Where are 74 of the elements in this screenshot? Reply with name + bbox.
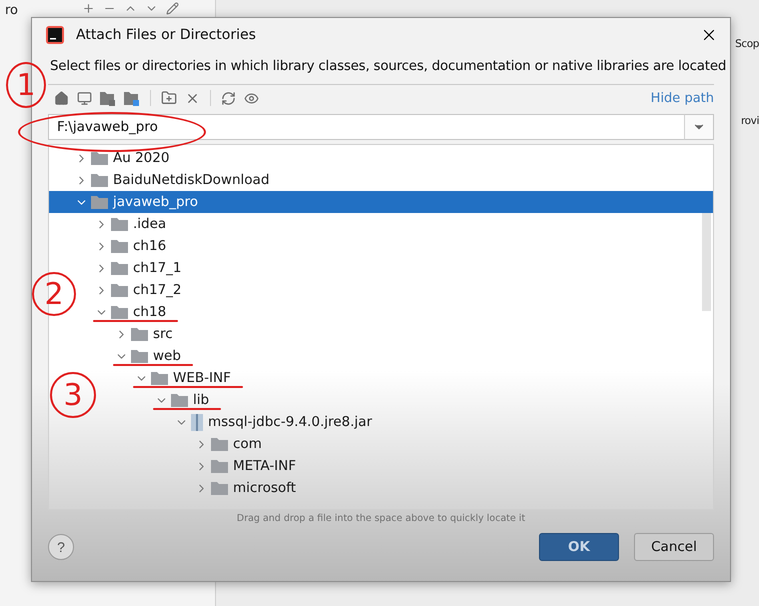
path-field[interactable]: F:\javaweb_pro bbox=[48, 114, 684, 140]
refresh-icon[interactable] bbox=[221, 90, 236, 106]
scrollbar[interactable] bbox=[702, 213, 711, 311]
tree-row[interactable]: lib bbox=[155, 389, 713, 411]
new-folder-icon[interactable] bbox=[161, 90, 177, 106]
tree-label: BaiduNetdiskDownload bbox=[113, 172, 270, 188]
dialog-description: Select files or directories in which library classes, sources, documentation or native libraries are located bbox=[49, 58, 728, 76]
folder-icon[interactable] bbox=[124, 90, 140, 106]
tree-label: lib bbox=[193, 392, 210, 408]
folder-icon bbox=[131, 349, 148, 363]
background-text: ro bbox=[5, 3, 18, 18]
tree-label: .idea bbox=[133, 216, 166, 232]
help-button[interactable]: ? bbox=[48, 534, 74, 560]
tree-label: WEB-INF bbox=[173, 370, 231, 386]
annotation-number: 1 bbox=[6, 62, 46, 108]
eye-icon[interactable] bbox=[244, 90, 259, 106]
folder-icon bbox=[211, 437, 228, 451]
folder-icon bbox=[91, 173, 108, 187]
folder-icon bbox=[171, 393, 188, 407]
annotation-number: 2 bbox=[32, 272, 76, 316]
tree-label: web bbox=[153, 348, 181, 364]
home-icon[interactable] bbox=[54, 90, 69, 106]
folder-icon bbox=[91, 151, 108, 165]
tree-label: META-INF bbox=[233, 458, 296, 474]
tree-label: javaweb_pro bbox=[113, 194, 198, 210]
tree-row[interactable]: BaiduNetdiskDownload bbox=[75, 169, 713, 191]
tree-row[interactable]: Au 2020 bbox=[75, 147, 713, 169]
tree-label: com bbox=[233, 436, 262, 452]
tree-row[interactable]: WEB-INF bbox=[135, 367, 713, 389]
tree-row[interactable]: com bbox=[195, 433, 713, 455]
folder-icon bbox=[91, 195, 108, 209]
tree-label: ch17_1 bbox=[133, 260, 182, 276]
app-logo-icon bbox=[46, 26, 64, 44]
tree-row[interactable]: ch17_2 bbox=[95, 279, 713, 301]
folder-icon[interactable] bbox=[100, 90, 116, 106]
folder-icon bbox=[151, 371, 168, 385]
cancel-button[interactable]: Cancel bbox=[634, 533, 714, 561]
background-text: Scop bbox=[735, 38, 759, 50]
folder-icon bbox=[111, 305, 128, 319]
folder-icon bbox=[211, 481, 228, 495]
tree-label: Au 2020 bbox=[113, 150, 170, 166]
tree-row[interactable]: javaweb_pro bbox=[49, 191, 713, 213]
background-text: rovi bbox=[740, 115, 759, 127]
dialog-title: Attach Files or Directories bbox=[76, 26, 257, 42]
ok-button[interactable]: OK bbox=[539, 533, 619, 561]
tree-label: ch16 bbox=[133, 238, 166, 254]
folder-icon bbox=[111, 283, 128, 297]
tree-label: microsoft bbox=[233, 480, 296, 496]
archive-icon bbox=[191, 414, 203, 430]
folder-icon bbox=[111, 217, 128, 231]
tree-row[interactable]: META-INF bbox=[195, 455, 713, 477]
annotation-number: 3 bbox=[50, 372, 96, 418]
folder-icon bbox=[131, 327, 148, 341]
plus-icon[interactable] bbox=[82, 2, 95, 15]
tree-row[interactable]: mssql-jdbc-9.4.0.jre8.jar bbox=[175, 411, 713, 433]
tree-row[interactable]: ch18 bbox=[95, 301, 713, 323]
folder-icon bbox=[111, 239, 128, 253]
tree-label: ch18 bbox=[133, 304, 166, 320]
hide-path-link[interactable]: Hide path bbox=[650, 90, 714, 106]
tree-row[interactable]: ch16 bbox=[95, 235, 713, 257]
dropdown-button[interactable] bbox=[684, 114, 714, 140]
tree-label: src bbox=[153, 326, 173, 342]
tree-label: mssql-jdbc-9.4.0.jre8.jar bbox=[208, 414, 372, 430]
folder-icon bbox=[211, 459, 228, 473]
tree-label: ch17_2 bbox=[133, 282, 182, 298]
tree-row[interactable]: ch17_1 bbox=[95, 257, 713, 279]
monitor-icon[interactable] bbox=[77, 90, 92, 106]
drag-hint: Drag and drop a file into the space above to quickly locate it bbox=[236, 512, 526, 524]
tree-row[interactable]: microsoft bbox=[195, 477, 713, 499]
tree-row[interactable]: src bbox=[115, 323, 713, 345]
tree-row[interactable]: web bbox=[115, 345, 713, 367]
pencil-icon[interactable] bbox=[166, 2, 179, 15]
tree-row[interactable]: .idea bbox=[95, 213, 713, 235]
folder-icon bbox=[111, 261, 128, 275]
